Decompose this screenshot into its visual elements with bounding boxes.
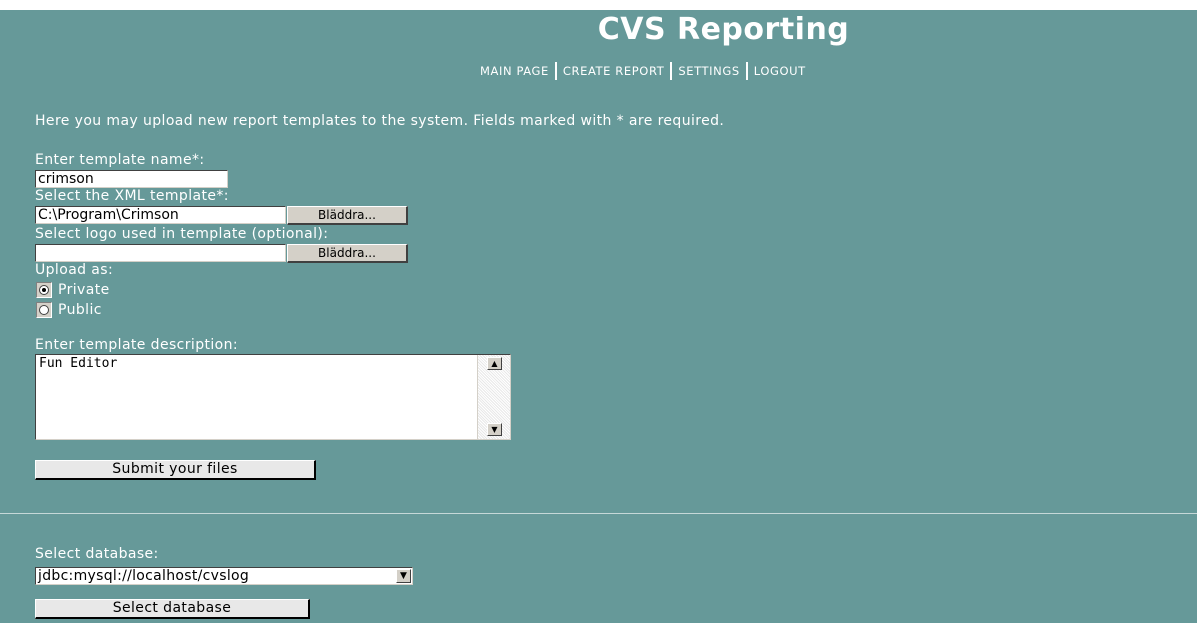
nav-main-page[interactable]: MAIN PAGE — [480, 64, 549, 78]
public-option-label: Public — [58, 302, 102, 318]
xml-browse-button[interactable]: Bläddra... — [287, 206, 408, 225]
submit-files-button[interactable]: Submit your files — [35, 460, 316, 480]
upload-as-label: Upload as: — [35, 262, 114, 278]
nav-create-report[interactable]: CREATE REPORT — [563, 64, 664, 78]
description-text: Fun Editor — [39, 356, 118, 371]
xml-template-label: Select the XML template*: — [35, 188, 229, 204]
scroll-down-icon[interactable]: ▼ — [487, 423, 502, 436]
nav-separator — [745, 62, 748, 80]
radio-ring-icon — [39, 285, 49, 295]
logo-label: Select logo used in template (optional): — [35, 226, 329, 242]
database-selected-value: jdbc:mysql://localhost/cvslog — [38, 568, 250, 584]
private-option-label: Private — [58, 282, 110, 298]
description-label: Enter template description: — [35, 337, 239, 353]
dropdown-arrow-icon[interactable]: ▼ — [396, 569, 411, 583]
page-title: CVS Reporting — [597, 12, 850, 47]
template-name-input[interactable]: crimson — [35, 170, 228, 188]
top-nav: MAIN PAGE CREATE REPORT SETTINGS LOGOUT — [480, 62, 806, 80]
template-name-label: Enter template name*: — [35, 152, 205, 168]
nav-separator — [670, 62, 673, 80]
logo-input[interactable] — [35, 244, 286, 262]
description-textarea[interactable]: Fun Editor ▲ ▼ — [35, 354, 511, 440]
private-radio[interactable] — [36, 282, 52, 298]
radio-ring-icon — [39, 305, 49, 315]
nav-separator — [554, 62, 557, 80]
scroll-up-icon[interactable]: ▲ — [487, 357, 502, 370]
xml-template-input[interactable]: C:\Program\Crimson — [35, 206, 286, 224]
database-select[interactable]: jdbc:mysql://localhost/cvslog ▼ — [35, 567, 413, 585]
public-radio[interactable] — [36, 302, 52, 318]
section-divider — [0, 513, 1197, 514]
nav-logout[interactable]: LOGOUT — [754, 64, 806, 78]
description-scrollbar[interactable]: ▲ ▼ — [477, 355, 510, 439]
intro-text: Here you may upload new report templates… — [35, 113, 725, 129]
database-label: Select database: — [35, 546, 159, 562]
app-window: CVS Reporting MAIN PAGE CREATE REPORT SE… — [0, 10, 1197, 623]
radio-selected-dot-icon — [42, 288, 46, 292]
logo-browse-button[interactable]: Bläddra... — [287, 244, 408, 263]
select-database-button[interactable]: Select database — [35, 599, 310, 619]
nav-settings[interactable]: SETTINGS — [678, 64, 739, 78]
